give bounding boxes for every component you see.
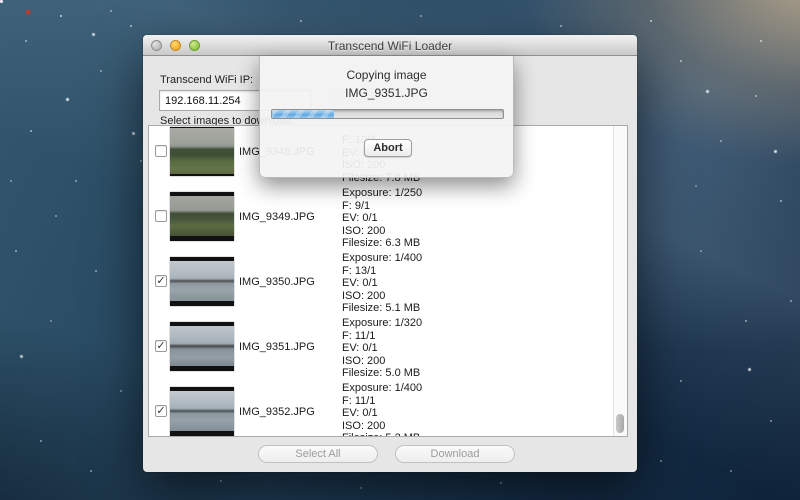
image-row: ✓ IMG_9350.JPG Exposure: 1/400F: 13/1EV:… <box>149 249 613 314</box>
image-thumbnail <box>170 387 234 436</box>
download-button[interactable]: Download <box>395 445 515 463</box>
metadata-line: Filesize: 5.2 MB <box>342 432 422 437</box>
image-row: ✓ IMG_9351.JPG Exposure: 1/320F: 11/1EV:… <box>149 314 613 379</box>
sheet-filename: IMG_9351.JPG <box>260 86 513 100</box>
image-metadata: Exposure: 1/250F: 9/1EV: 0/1ISO: 200File… <box>342 187 422 250</box>
progress-bar <box>271 109 504 119</box>
window-title: Transcend WiFi Loader <box>143 39 637 53</box>
metadata-line: ISO: 200 <box>342 355 422 368</box>
sheet-title: Copying image <box>260 68 513 82</box>
abort-button[interactable]: Abort <box>364 139 412 157</box>
image-thumbnail <box>170 322 234 371</box>
image-filename: IMG_9350.JPG <box>239 276 315 288</box>
metadata-line: EV: 0/1 <box>342 212 422 225</box>
metadata-line: Exposure: 1/400 <box>342 252 422 265</box>
scrollbar-track[interactable] <box>613 126 627 436</box>
image-filename: IMG_9352.JPG <box>239 406 315 418</box>
image-checkbox[interactable] <box>155 210 167 222</box>
title-bar[interactable]: Transcend WiFi Loader <box>143 35 637 56</box>
thumbnail-picture <box>170 391 234 431</box>
image-row: IMG_9349.JPG Exposure: 1/250F: 9/1EV: 0/… <box>149 184 613 249</box>
thumbnail-picture <box>170 196 234 236</box>
image-row: ✓ IMG_9352.JPG Exposure: 1/400F: 11/1EV:… <box>149 379 613 437</box>
image-checkbox[interactable] <box>155 145 167 157</box>
copy-progress-sheet: Copying image IMG_9351.JPG Abort <box>259 56 514 178</box>
metadata-line: F: 13/1 <box>342 265 422 278</box>
metadata-line: ISO: 200 <box>342 290 422 303</box>
metadata-line: F: 11/1 <box>342 395 422 408</box>
metadata-line: F: 9/1 <box>342 200 422 213</box>
thumbnail-picture <box>170 128 234 174</box>
starfield-bright <box>0 0 3 3</box>
progress-fill <box>272 110 334 118</box>
desktop-wallpaper: Transcend WiFi Loader Transcend WiFi IP:… <box>0 0 800 500</box>
thumbnail-picture <box>170 261 234 301</box>
metadata-line: Exposure: 1/400 <box>342 382 422 395</box>
red-star-dot <box>26 10 30 14</box>
image-metadata: Exposure: 1/400F: 11/1EV: 0/1ISO: 200Fil… <box>342 382 422 437</box>
app-window: Transcend WiFi Loader Transcend WiFi IP:… <box>143 35 637 472</box>
metadata-line: EV: 0/1 <box>342 407 422 420</box>
metadata-line: ISO: 200 <box>342 420 422 433</box>
metadata-line: EV: 0/1 <box>342 277 422 290</box>
image-filename: IMG_9351.JPG <box>239 341 315 353</box>
ip-label: Transcend WiFi IP: <box>160 74 253 86</box>
metadata-line: ISO: 200 <box>342 225 422 238</box>
thumbnail-picture <box>170 326 234 366</box>
metadata-line: Exposure: 1/250 <box>342 187 422 200</box>
metadata-line: EV: 0/1 <box>342 342 422 355</box>
image-metadata: Exposure: 1/320F: 11/1EV: 0/1ISO: 200Fil… <box>342 317 422 380</box>
image-checkbox[interactable]: ✓ <box>155 340 167 352</box>
image-thumbnail <box>170 257 234 306</box>
image-thumbnail <box>170 127 234 176</box>
image-filename: IMG_9349.JPG <box>239 211 315 223</box>
image-checkbox[interactable]: ✓ <box>155 275 167 287</box>
metadata-line: Exposure: 1/320 <box>342 317 422 330</box>
select-all-button[interactable]: Select All <box>258 445 378 463</box>
scrollbar-thumb[interactable] <box>616 414 624 433</box>
image-metadata: Exposure: 1/400F: 13/1EV: 0/1ISO: 200Fil… <box>342 252 422 315</box>
image-thumbnail <box>170 192 234 241</box>
image-checkbox[interactable]: ✓ <box>155 405 167 417</box>
metadata-line: F: 11/1 <box>342 330 422 343</box>
